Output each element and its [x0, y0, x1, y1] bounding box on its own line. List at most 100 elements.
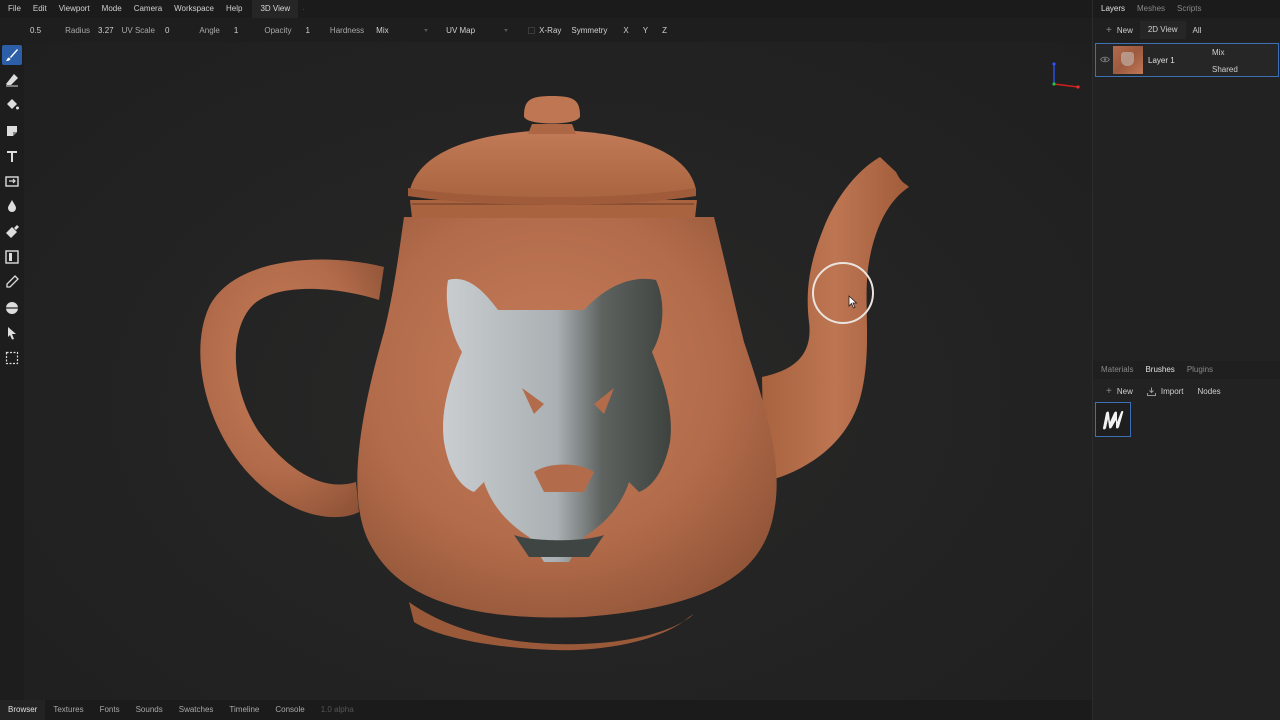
menu-camera[interactable]: Camera [128, 0, 168, 18]
layer-thumbnail [1113, 46, 1143, 74]
tool-select[interactable] [0, 346, 24, 371]
tool-bake[interactable] [0, 295, 24, 320]
tab-browser[interactable]: Browser [0, 700, 46, 720]
tab-sounds[interactable]: Sounds [128, 700, 171, 720]
tab-brushes[interactable]: Brushes [1139, 361, 1180, 379]
view-2d-button[interactable]: 2D View [1139, 21, 1186, 39]
materials-panel: Materials Brushes Plugins + New Import No… [1093, 361, 1280, 437]
import-label: Import [1160, 386, 1184, 396]
tab-meshes[interactable]: Meshes [1131, 0, 1171, 18]
tab-console[interactable]: Console [267, 700, 312, 720]
bake-icon [6, 301, 18, 314]
strength-value[interactable]: 0.5 [30, 26, 41, 35]
layer-filter-select[interactable]: All [1186, 26, 1209, 35]
menu-mode[interactable]: Mode [96, 0, 128, 18]
symmetry-toggle[interactable]: Symmetry [571, 26, 607, 35]
brush-stroke-icon [1103, 410, 1124, 429]
clone-icon [5, 176, 19, 187]
particle-icon [5, 250, 19, 264]
plus-icon: + [1106, 24, 1112, 36]
text-icon [7, 150, 17, 162]
brush-options-toolbar: 0.5 Radius 3.27 UV Scale 0 Angle 1 Opaci… [0, 18, 1092, 42]
menu-file[interactable]: File [0, 0, 27, 18]
angle-value[interactable]: 1 [234, 26, 238, 35]
tab-textures[interactable]: Textures [45, 700, 91, 720]
smudge-icon [6, 224, 19, 238]
tool-sidebar [0, 42, 24, 700]
tool-particle[interactable] [0, 244, 24, 269]
mouse-pointer-icon [848, 295, 858, 309]
eye-icon[interactable] [1100, 56, 1110, 63]
menu-viewport[interactable]: Viewport [53, 0, 96, 18]
select-icon [5, 352, 19, 365]
cursor-icon [8, 326, 16, 340]
paint-mode-select[interactable]: UV Map [446, 26, 516, 35]
tool-smudge[interactable] [0, 219, 24, 244]
symmetry-z-toggle[interactable]: Z [662, 26, 667, 35]
tool-blur[interactable] [0, 194, 24, 219]
brushes-actions: + New Import Nodes [1093, 379, 1280, 403]
nodes-button[interactable]: Nodes [1191, 387, 1228, 396]
menu-edit[interactable]: Edit [27, 0, 53, 18]
symmetry-x-toggle[interactable]: X [623, 26, 628, 35]
right-panel: Layers Meshes Scripts + New 2D View All L… [1092, 0, 1280, 720]
menu-help[interactable]: Help [220, 0, 248, 18]
tool-colorid-picker[interactable] [0, 270, 24, 295]
viewport-3d[interactable] [24, 42, 1092, 700]
tab-plugins[interactable]: Plugins [1181, 361, 1219, 379]
tab-layers[interactable]: Layers [1093, 0, 1131, 18]
import-icon [1146, 387, 1156, 396]
layers-tabs: Layers Meshes Scripts [1093, 0, 1280, 18]
tab-overflow[interactable]: · [298, 5, 309, 14]
version-label: 1.0 alpha [320, 705, 354, 714]
radius-value[interactable]: 3.27 [98, 26, 114, 35]
uv-scale-label: UV Scale [121, 25, 155, 35]
uv-scale-value[interactable]: 0 [165, 26, 169, 35]
opacity-value[interactable]: 1 [305, 26, 309, 35]
angle-label: Angle [199, 25, 220, 35]
tool-clone[interactable] [0, 168, 24, 193]
layer-object-select[interactable]: Shared [1212, 65, 1238, 74]
axis-gizmo[interactable] [1044, 50, 1084, 90]
hardness-label[interactable]: Hardness [330, 26, 364, 35]
layer-name[interactable]: Layer 1 [1148, 56, 1175, 65]
tab-swatches[interactable]: Swatches [171, 700, 222, 720]
tab-3d-view[interactable]: 3D View [252, 0, 299, 18]
blend-mode-select[interactable]: Mix [376, 26, 436, 35]
bottom-tabs: Browser Textures Fonts Sounds Swatches T… [0, 700, 1092, 720]
xray-toggle[interactable]: X-Ray [539, 26, 561, 35]
tool-brush[interactable] [0, 42, 24, 67]
symmetry-y-toggle[interactable]: Y [643, 26, 648, 35]
menu-bar: File Edit Viewport Mode Camera Workspace… [0, 0, 1092, 18]
brush-icon [6, 48, 18, 61]
opacity-label: Opacity [264, 25, 292, 35]
materials-tabs: Materials Brushes Plugins [1093, 361, 1280, 379]
tool-eraser[interactable] [0, 67, 24, 92]
tool-decal[interactable] [0, 118, 24, 143]
teapot-model [200, 96, 909, 651]
tab-timeline[interactable]: Timeline [221, 700, 267, 720]
import-button[interactable]: Import [1140, 387, 1191, 396]
tab-fonts[interactable]: Fonts [92, 700, 128, 720]
eraser-icon [6, 73, 18, 87]
new-brush-button[interactable]: + New [1099, 386, 1140, 397]
new-layer-label: New [1116, 25, 1133, 35]
blur-icon [8, 200, 16, 213]
brush-thumbnail[interactable] [1095, 402, 1131, 437]
tab-materials[interactable]: Materials [1093, 361, 1139, 379]
tool-text[interactable] [0, 143, 24, 168]
picker-icon [6, 275, 19, 288]
brush-cursor [812, 262, 874, 324]
radius-label: Radius [65, 25, 91, 35]
new-layer-button[interactable]: + New [1099, 25, 1140, 36]
layers-actions: + New 2D View All [1093, 18, 1280, 42]
layer-blend-select[interactable]: Mix [1212, 48, 1224, 57]
tool-cursor[interactable] [0, 320, 24, 345]
menu-workspace[interactable]: Workspace [168, 0, 220, 18]
layer-row[interactable]: Layer 1 Mix Shared [1095, 43, 1279, 77]
fill-icon [7, 99, 19, 110]
tab-scripts[interactable]: Scripts [1171, 0, 1207, 18]
tool-fill[interactable] [0, 93, 24, 118]
xray-checkbox[interactable] [528, 26, 536, 34]
plus-icon: + [1106, 385, 1112, 397]
